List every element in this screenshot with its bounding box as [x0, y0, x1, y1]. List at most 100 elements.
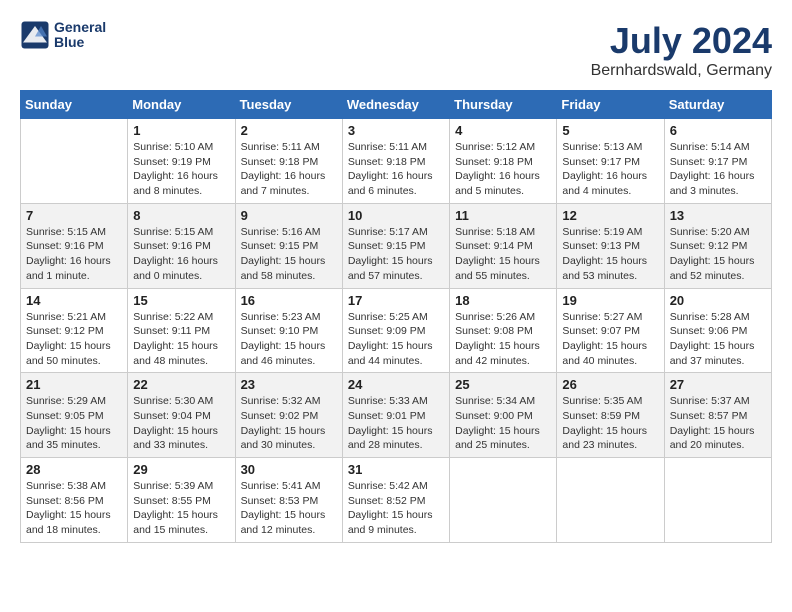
- day-cell: 21 Sunrise: 5:29 AM Sunset: 9:05 PM Dayli…: [21, 373, 128, 458]
- logo-line2: Blue: [54, 35, 106, 50]
- logo-line1: General: [54, 20, 106, 35]
- month-year: July 2024: [591, 20, 772, 62]
- day-number: 29: [133, 462, 229, 477]
- day-number: 1: [133, 123, 229, 138]
- day-number: 23: [241, 377, 337, 392]
- day-info: Sunrise: 5:21 AM Sunset: 9:12 PM Dayligh…: [26, 310, 122, 369]
- day-cell: 30 Sunrise: 5:41 AM Sunset: 8:53 PM Dayli…: [235, 458, 342, 543]
- day-info: Sunrise: 5:18 AM Sunset: 9:14 PM Dayligh…: [455, 225, 551, 284]
- day-info: Sunrise: 5:30 AM Sunset: 9:04 PM Dayligh…: [133, 394, 229, 453]
- day-info: Sunrise: 5:22 AM Sunset: 9:11 PM Dayligh…: [133, 310, 229, 369]
- day-cell: 31 Sunrise: 5:42 AM Sunset: 8:52 PM Dayli…: [342, 458, 449, 543]
- day-cell: 19Sunrise: 5:27 AM Sunset: 9:07 PM Dayli…: [557, 288, 664, 373]
- day-number: 14: [26, 293, 122, 308]
- page-header: General Blue July 2024 Bernhardswald, Ge…: [20, 20, 772, 80]
- day-number: 27: [670, 377, 766, 392]
- day-info: Sunrise: 5:29 AM Sunset: 9:05 PM Dayligh…: [26, 394, 122, 453]
- week-row-2: 7 Sunrise: 5:15 AM Sunset: 9:16 PM Daylig…: [21, 203, 772, 288]
- day-cell: 15 Sunrise: 5:22 AM Sunset: 9:11 PM Dayli…: [128, 288, 235, 373]
- day-cell: 23 Sunrise: 5:32 AM Sunset: 9:02 PM Dayli…: [235, 373, 342, 458]
- day-cell: 24Sunrise: 5:33 AM Sunset: 9:01 PM Dayli…: [342, 373, 449, 458]
- day-number: 17: [348, 293, 444, 308]
- day-info: Sunrise: 5:32 AM Sunset: 9:02 PM Dayligh…: [241, 394, 337, 453]
- day-number: 30: [241, 462, 337, 477]
- day-number: 12: [562, 208, 658, 223]
- logo: General Blue: [20, 20, 106, 51]
- day-info: Sunrise: 5:42 AM Sunset: 8:52 PM Dayligh…: [348, 479, 444, 538]
- day-number: 22: [133, 377, 229, 392]
- day-number: 4: [455, 123, 551, 138]
- day-number: 11: [455, 208, 551, 223]
- day-cell: 8Sunrise: 5:15 AM Sunset: 9:16 PM Daylig…: [128, 203, 235, 288]
- weekday-header-thursday: Thursday: [450, 91, 557, 119]
- day-cell: 10 Sunrise: 5:17 AM Sunset: 9:15 PM Dayli…: [342, 203, 449, 288]
- day-info: Sunrise: 5:17 AM Sunset: 9:15 PM Dayligh…: [348, 225, 444, 284]
- day-cell: 18Sunrise: 5:26 AM Sunset: 9:08 PM Dayli…: [450, 288, 557, 373]
- day-info: Sunrise: 5:27 AM Sunset: 9:07 PM Dayligh…: [562, 310, 658, 369]
- day-number: 26: [562, 377, 658, 392]
- day-cell: 3Sunrise: 5:11 AM Sunset: 9:18 PM Daylig…: [342, 119, 449, 204]
- day-cell: 2 Sunrise: 5:11 AM Sunset: 9:18 PM Daylig…: [235, 119, 342, 204]
- title-block: July 2024 Bernhardswald, Germany: [591, 20, 772, 80]
- weekday-header-sunday: Sunday: [21, 91, 128, 119]
- day-info: Sunrise: 5:11 AM Sunset: 9:18 PM Dayligh…: [241, 140, 337, 199]
- day-number: 3: [348, 123, 444, 138]
- day-cell: 9 Sunrise: 5:16 AM Sunset: 9:15 PM Daylig…: [235, 203, 342, 288]
- day-cell: 20 Sunrise: 5:28 AM Sunset: 9:06 PM Dayli…: [664, 288, 771, 373]
- calendar-table: SundayMondayTuesdayWednesdayThursdayFrid…: [20, 90, 772, 543]
- day-cell: 22 Sunrise: 5:30 AM Sunset: 9:04 PM Dayli…: [128, 373, 235, 458]
- day-info: Sunrise: 5:12 AM Sunset: 9:18 PM Dayligh…: [455, 140, 551, 199]
- day-info: Sunrise: 5:16 AM Sunset: 9:15 PM Dayligh…: [241, 225, 337, 284]
- week-row-3: 14 Sunrise: 5:21 AM Sunset: 9:12 PM Dayli…: [21, 288, 772, 373]
- day-number: 5: [562, 123, 658, 138]
- day-cell: 4 Sunrise: 5:12 AM Sunset: 9:18 PM Daylig…: [450, 119, 557, 204]
- day-cell: 13 Sunrise: 5:20 AM Sunset: 9:12 PM Dayli…: [664, 203, 771, 288]
- day-number: 28: [26, 462, 122, 477]
- weekday-row: SundayMondayTuesdayWednesdayThursdayFrid…: [21, 91, 772, 119]
- day-info: Sunrise: 5:38 AM Sunset: 8:56 PM Dayligh…: [26, 479, 122, 538]
- day-info: Sunrise: 5:19 AM Sunset: 9:13 PM Dayligh…: [562, 225, 658, 284]
- day-number: 9: [241, 208, 337, 223]
- day-cell: 1 Sunrise: 5:10 AM Sunset: 9:19 PM Daylig…: [128, 119, 235, 204]
- day-info: Sunrise: 5:20 AM Sunset: 9:12 PM Dayligh…: [670, 225, 766, 284]
- day-number: 25: [455, 377, 551, 392]
- day-cell: 26Sunrise: 5:35 AM Sunset: 8:59 PM Dayli…: [557, 373, 664, 458]
- day-cell: 14 Sunrise: 5:21 AM Sunset: 9:12 PM Dayli…: [21, 288, 128, 373]
- day-cell: 7 Sunrise: 5:15 AM Sunset: 9:16 PM Daylig…: [21, 203, 128, 288]
- week-row-5: 28 Sunrise: 5:38 AM Sunset: 8:56 PM Dayli…: [21, 458, 772, 543]
- day-cell: 16Sunrise: 5:23 AM Sunset: 9:10 PM Dayli…: [235, 288, 342, 373]
- day-info: Sunrise: 5:15 AM Sunset: 9:16 PM Dayligh…: [26, 225, 122, 284]
- day-cell: 25 Sunrise: 5:34 AM Sunset: 9:00 PM Dayli…: [450, 373, 557, 458]
- day-number: 10: [348, 208, 444, 223]
- day-number: 15: [133, 293, 229, 308]
- day-number: 13: [670, 208, 766, 223]
- weekday-header-friday: Friday: [557, 91, 664, 119]
- day-info: Sunrise: 5:41 AM Sunset: 8:53 PM Dayligh…: [241, 479, 337, 538]
- calendar-body: 1 Sunrise: 5:10 AM Sunset: 9:19 PM Daylig…: [21, 119, 772, 543]
- logo-text: General Blue: [54, 20, 106, 51]
- day-number: 31: [348, 462, 444, 477]
- day-info: Sunrise: 5:34 AM Sunset: 9:00 PM Dayligh…: [455, 394, 551, 453]
- day-info: Sunrise: 5:15 AM Sunset: 9:16 PM Dayligh…: [133, 225, 229, 284]
- week-row-4: 21 Sunrise: 5:29 AM Sunset: 9:05 PM Dayli…: [21, 373, 772, 458]
- day-cell: [664, 458, 771, 543]
- weekday-header-tuesday: Tuesday: [235, 91, 342, 119]
- day-cell: 12 Sunrise: 5:19 AM Sunset: 9:13 PM Dayli…: [557, 203, 664, 288]
- day-cell: 5 Sunrise: 5:13 AM Sunset: 9:17 PM Daylig…: [557, 119, 664, 204]
- day-number: 20: [670, 293, 766, 308]
- day-number: 7: [26, 208, 122, 223]
- calendar-header: SundayMondayTuesdayWednesdayThursdayFrid…: [21, 91, 772, 119]
- day-info: Sunrise: 5:10 AM Sunset: 9:19 PM Dayligh…: [133, 140, 229, 199]
- day-info: Sunrise: 5:13 AM Sunset: 9:17 PM Dayligh…: [562, 140, 658, 199]
- day-info: Sunrise: 5:33 AM Sunset: 9:01 PM Dayligh…: [348, 394, 444, 453]
- day-cell: [450, 458, 557, 543]
- day-info: Sunrise: 5:37 AM Sunset: 8:57 PM Dayligh…: [670, 394, 766, 453]
- weekday-header-monday: Monday: [128, 91, 235, 119]
- day-number: 2: [241, 123, 337, 138]
- day-cell: 27 Sunrise: 5:37 AM Sunset: 8:57 PM Dayli…: [664, 373, 771, 458]
- day-number: 6: [670, 123, 766, 138]
- day-number: 16: [241, 293, 337, 308]
- day-info: Sunrise: 5:28 AM Sunset: 9:06 PM Dayligh…: [670, 310, 766, 369]
- day-number: 21: [26, 377, 122, 392]
- day-info: Sunrise: 5:39 AM Sunset: 8:55 PM Dayligh…: [133, 479, 229, 538]
